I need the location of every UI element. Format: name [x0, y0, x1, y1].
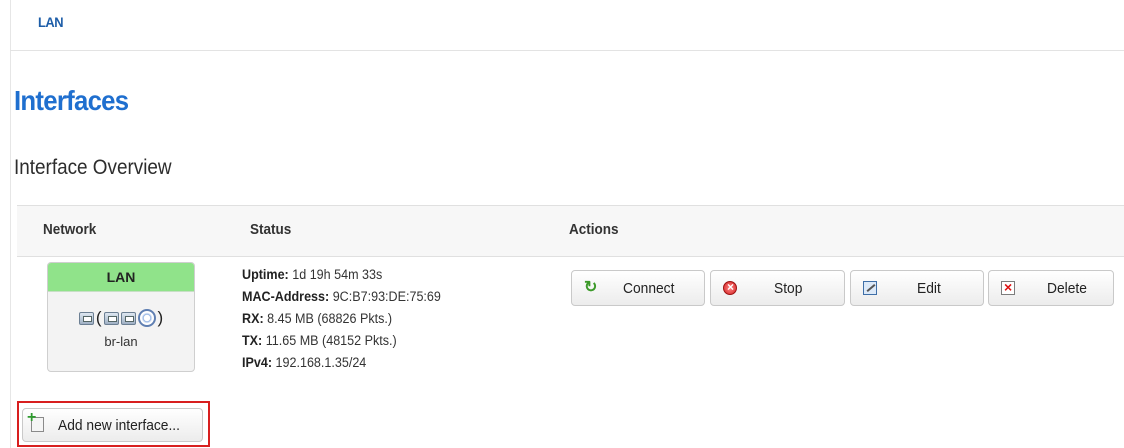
tab-lan[interactable]: LAN	[38, 14, 64, 30]
add-new-interface-button[interactable]: Add new interface...	[22, 408, 203, 442]
ethernet-port-icon	[120, 311, 136, 325]
status-tx: TX: 11.65 MB (48152 Pkts.)	[242, 330, 441, 352]
column-header-actions: Actions	[569, 221, 619, 238]
status-value: 9C:B7:93:DE:75:69	[332, 289, 441, 304]
network-badge-lan: LAN ( ) br-lan	[47, 262, 195, 372]
add-icon	[27, 409, 44, 432]
stop-icon	[723, 280, 737, 295]
status-value: 192.168.1.35/24	[275, 355, 367, 370]
tab-bar: LAN	[10, 0, 1124, 51]
status-label: MAC-Address:	[242, 289, 330, 304]
status-label: TX:	[242, 333, 263, 348]
stop-button[interactable]: Stop	[710, 270, 845, 306]
wifi-icon	[137, 309, 156, 327]
interface-status: Uptime: 1d 19h 54m 33s MAC-Address: 9C:B…	[242, 264, 456, 374]
status-value: 8.45 MB (68826 Pkts.)	[267, 311, 393, 326]
left-border	[10, 0, 11, 448]
delete-icon	[1001, 279, 1015, 295]
add-new-interface-label: Add new interface...	[58, 417, 180, 434]
refresh-icon: ↻	[584, 279, 598, 296]
bracket-close: )	[157, 308, 164, 327]
status-label: Uptime:	[242, 267, 289, 282]
edit-button[interactable]: Edit	[850, 270, 984, 306]
status-label: RX:	[242, 311, 264, 326]
connect-button[interactable]: ↻ Connect	[571, 270, 705, 306]
status-ipv4: IPv4: 192.168.1.35/24	[242, 352, 441, 374]
status-label: IPv4:	[242, 355, 273, 370]
delete-button-label: Delete	[1047, 280, 1087, 297]
status-uptime: Uptime: 1d 19h 54m 33s	[242, 264, 441, 286]
network-device-icons: ( )	[48, 305, 194, 331]
status-value: 11.65 MB (48152 Pkts.)	[265, 333, 397, 348]
ethernet-port-icon	[78, 311, 94, 325]
edit-icon	[863, 281, 877, 295]
status-mac-address: MAC-Address: 9C:B7:93:DE:75:69	[242, 286, 441, 308]
column-header-network: Network	[43, 221, 97, 238]
status-value: 1d 19h 54m 33s	[292, 267, 383, 282]
edit-button-label: Edit	[917, 280, 941, 297]
page-title: Interfaces	[14, 85, 129, 116]
stop-button-label: Stop	[774, 280, 803, 297]
connect-button-label: Connect	[623, 280, 675, 297]
network-device-name: br-lan	[104, 334, 138, 349]
section-title: Interface Overview	[14, 156, 172, 179]
bracket-open: (	[95, 308, 102, 327]
delete-button[interactable]: Delete	[988, 270, 1114, 306]
status-rx: RX: 8.45 MB (68826 Pkts.)	[242, 308, 441, 330]
network-name: LAN	[48, 263, 194, 292]
ethernet-port-icon	[103, 311, 119, 325]
table-header: Network Status Actions	[17, 205, 1124, 257]
column-header-status: Status	[250, 221, 292, 238]
